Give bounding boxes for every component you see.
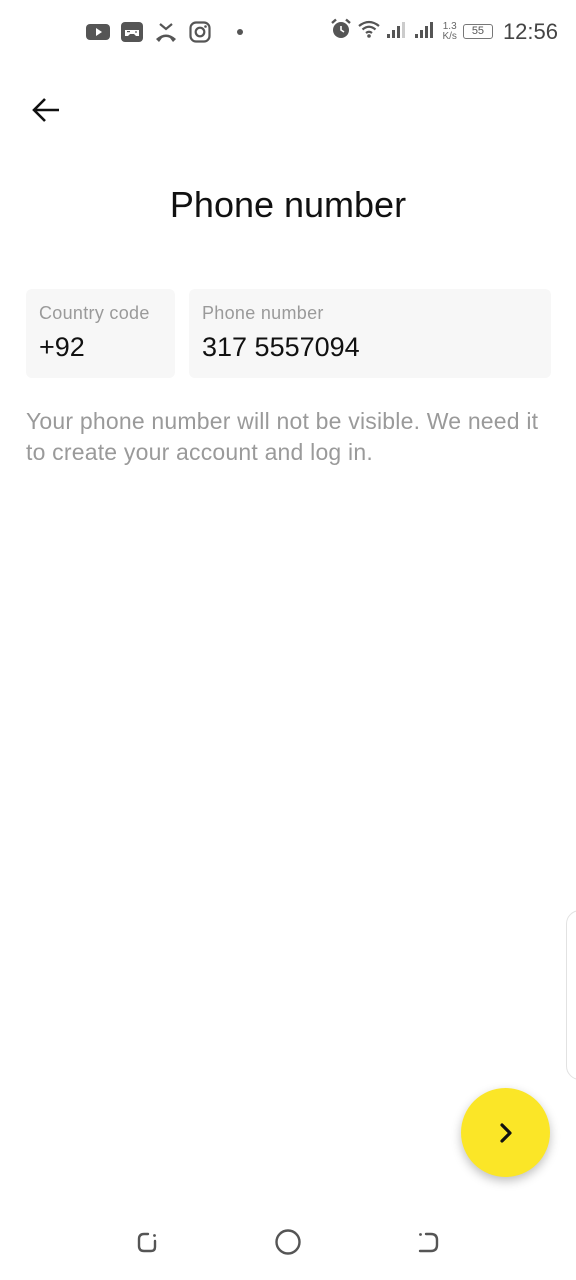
phone-number-value[interactable]: 317 5557094	[202, 332, 538, 363]
country-code-field[interactable]: Country code +92	[26, 289, 175, 378]
network-speed: 1.3 K/s	[442, 20, 457, 42]
next-button[interactable]	[461, 1088, 550, 1177]
arrow-left-icon	[32, 98, 59, 122]
recents-button[interactable]	[128, 1222, 168, 1262]
nav-back-button[interactable]	[408, 1222, 448, 1262]
instagram-icon	[188, 20, 212, 44]
back-icon	[418, 1232, 439, 1253]
phone-number-field[interactable]: Phone number 317 5557094	[189, 289, 551, 378]
network-speed-unit: K/s	[442, 30, 457, 42]
signal-sim1-icon	[386, 20, 408, 43]
country-code-value[interactable]: +92	[39, 332, 162, 363]
game-controller-icon	[120, 20, 144, 44]
status-bar: 1.3 K/s 55 12:56	[0, 0, 576, 64]
system-icons: 1.3 K/s 55 12:56	[330, 18, 558, 45]
battery-level: 55	[471, 25, 485, 37]
recents-icon	[137, 1232, 157, 1253]
home-icon	[275, 1229, 301, 1255]
network-speed-value: 1.3	[442, 20, 457, 32]
signal-sim2-icon	[414, 20, 436, 43]
missed-call-icon	[154, 20, 178, 44]
phone-number-label: Phone number	[202, 303, 324, 323]
privacy-hint: Your phone number will not be visible. W…	[26, 408, 539, 465]
battery-indicator: 55	[462, 24, 493, 39]
clock: 12:56	[502, 18, 558, 44]
page-title: Phone number	[169, 184, 407, 225]
notification-icons	[86, 20, 252, 44]
notification-dot-icon	[228, 20, 252, 44]
home-button[interactable]	[268, 1222, 308, 1262]
youtube-icon	[86, 20, 110, 44]
back-button[interactable]	[26, 90, 66, 130]
edge-panel-handle[interactable]	[566, 910, 576, 1080]
country-code-label: Country code	[39, 303, 150, 323]
chevron-right-icon	[499, 1122, 512, 1143]
alarm-icon	[330, 18, 352, 45]
wifi-icon	[358, 19, 381, 44]
system-nav-bar	[0, 1200, 576, 1280]
